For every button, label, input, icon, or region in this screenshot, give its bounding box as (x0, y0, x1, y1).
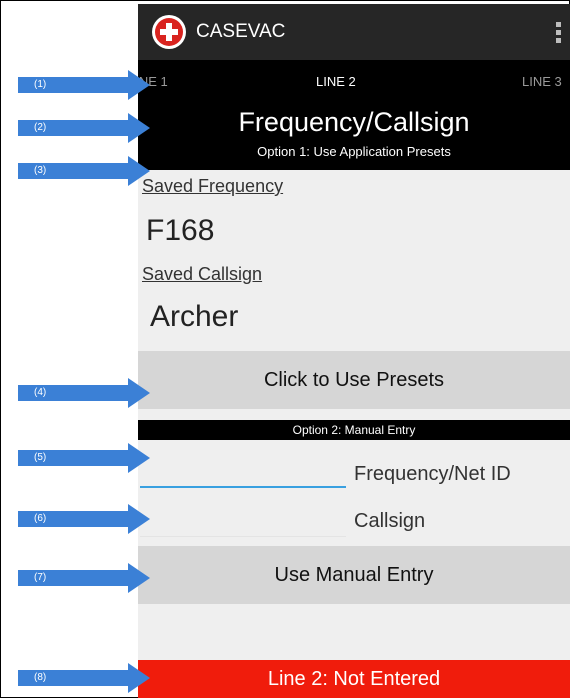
use-presets-button[interactable]: Click to Use Presets (138, 351, 570, 409)
saved-frequency-label: Saved Frequency (142, 176, 284, 196)
callout-arrow-5: (5) (18, 443, 150, 473)
page-title: Frequency/Callsign (238, 107, 470, 137)
callout-arrow-7: (7) (18, 563, 150, 593)
callsign-input[interactable] (140, 506, 346, 537)
red-cross-icon (152, 15, 186, 49)
line-status-bar: Line 2: Not Entered (138, 660, 570, 698)
option2-heading: Option 2: Manual Entry (138, 420, 570, 440)
frequency-input[interactable] (140, 456, 346, 488)
callout-arrow-8: (8) (18, 663, 150, 693)
callsign-label: Callsign (354, 510, 426, 532)
line-tabs: LINE 1 LINE 2 LINE 3 (138, 60, 570, 104)
phone-screen: CASEVAC LINE 1 LINE 2 LINE 3 Frequency/C… (138, 4, 570, 698)
app-title: CASEVAC (196, 21, 286, 42)
saved-callsign-label: Saved Callsign (142, 264, 263, 284)
callout-arrow-4: (4) (18, 378, 150, 408)
tab-line-3[interactable]: LINE 3 (522, 74, 562, 89)
callout-arrow-6: (6) (18, 504, 150, 534)
callout-arrow-1: (1) (18, 70, 150, 100)
app-bar: CASEVAC (138, 4, 570, 60)
callout-arrow-3: (3) (18, 156, 150, 186)
callout-arrow-2: (2) (18, 113, 150, 143)
saved-frequency-value: F168 (146, 214, 215, 247)
saved-callsign-value: Archer (150, 300, 239, 333)
overflow-menu-icon[interactable] (556, 22, 562, 44)
use-manual-entry-button[interactable]: Use Manual Entry (138, 546, 570, 604)
frequency-net-id-label: Frequency/Net ID (354, 463, 511, 485)
tab-line-2[interactable]: LINE 2 (316, 74, 356, 89)
line-header: Frequency/Callsign Option 1: Use Applica… (138, 104, 570, 170)
option1-heading: Option 1: Use Application Presets (257, 144, 451, 159)
